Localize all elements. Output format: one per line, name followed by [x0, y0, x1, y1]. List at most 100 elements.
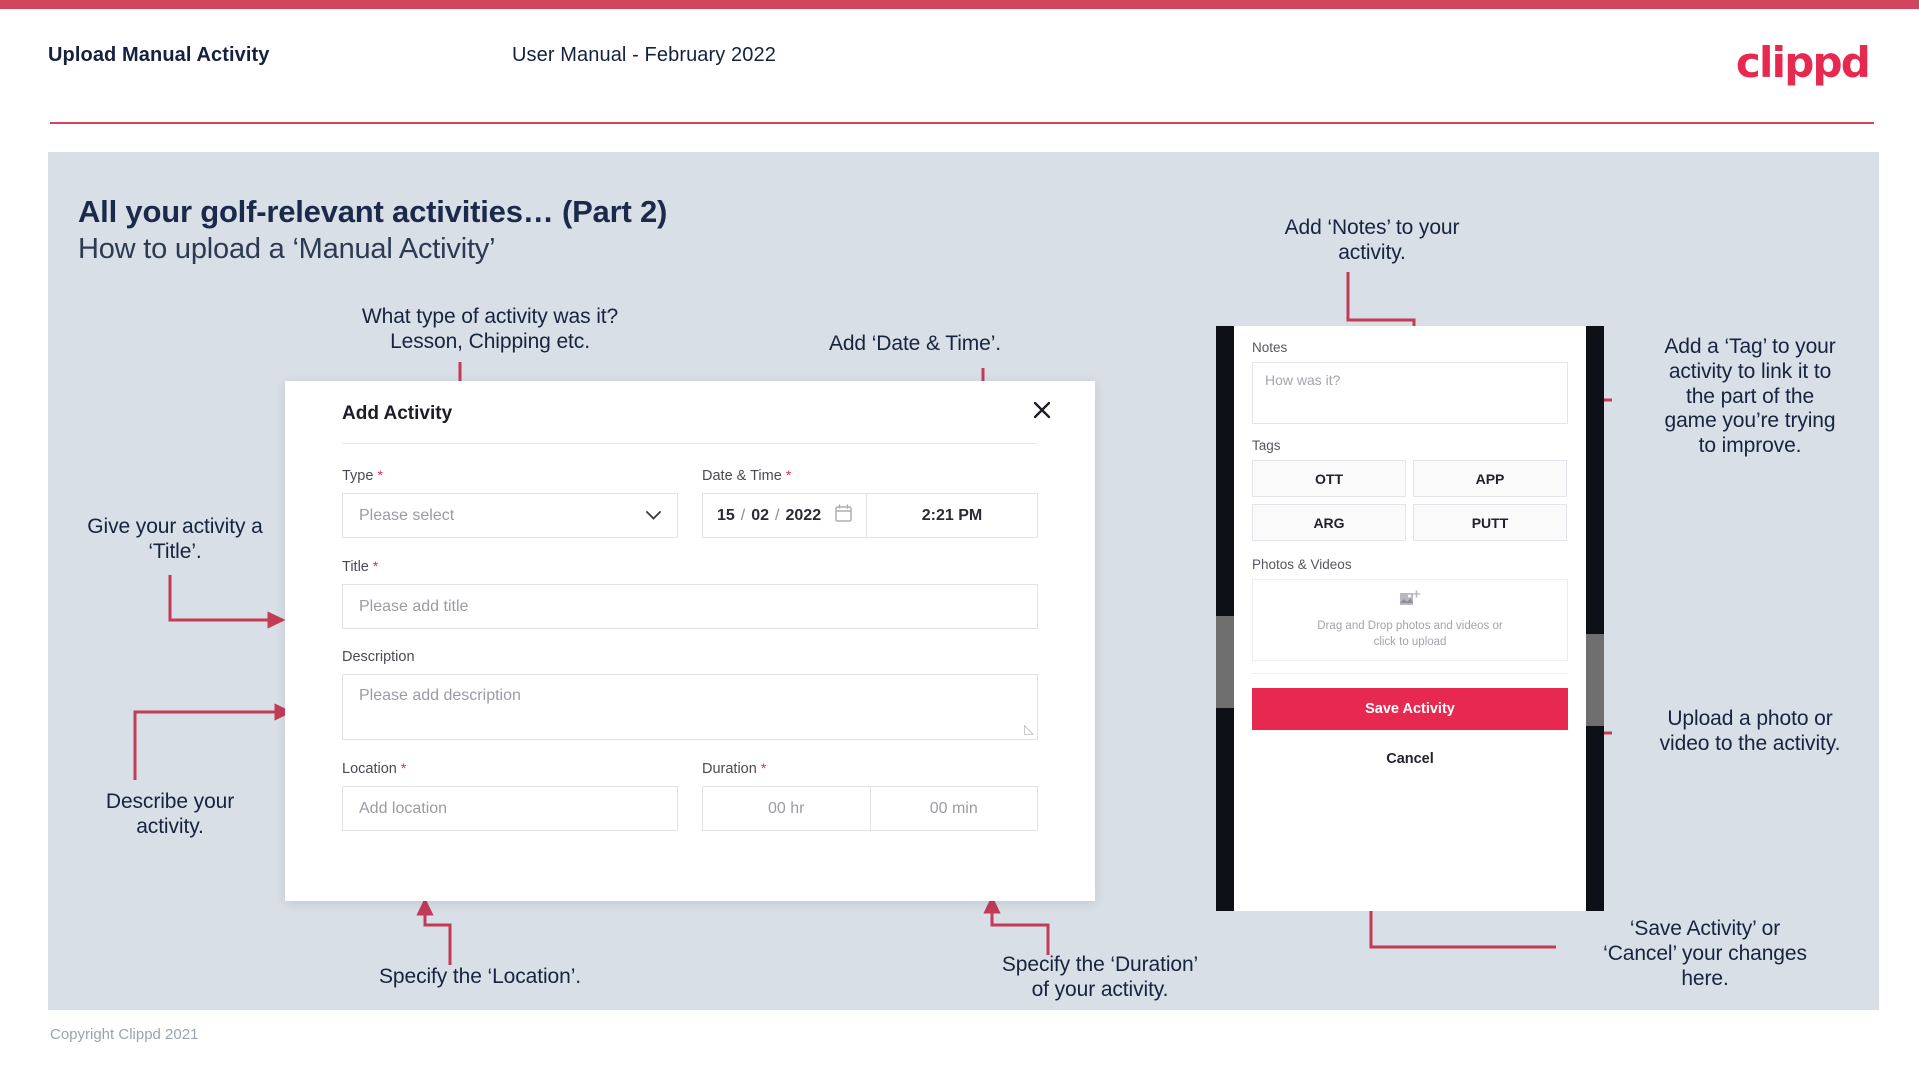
phone-bezel-left [1216, 326, 1234, 911]
description-label: Description [342, 649, 415, 665]
dropzone-line-1: Drag and Drop photos and videos or [1317, 619, 1503, 632]
phone-tags-label: Tags [1252, 438, 1281, 453]
datetime-label: Date & Time * [702, 467, 1038, 484]
duration-label-text: Duration [702, 761, 757, 777]
phone-photos-label: Photos & Videos [1252, 557, 1352, 572]
phone-divider [1252, 673, 1568, 674]
phone-bezel-right [1586, 326, 1604, 911]
date-sep-2: / [775, 506, 780, 524]
datetime-label-text: Date & Time [702, 468, 782, 484]
close-icon[interactable] [1027, 395, 1057, 425]
title-label-text: Title [342, 559, 369, 575]
calendar-icon[interactable] [835, 504, 852, 527]
phone-dropzone-text: Drag and Drop photos and videos or click… [1317, 619, 1502, 650]
clippd-logo: clippd [1735, 38, 1871, 87]
phone-content: Notes How was it? Tags OTT APP ARG PUTT [1234, 326, 1586, 767]
date-year: 2022 [785, 506, 822, 524]
title-input[interactable]: Please add title [342, 584, 1038, 629]
annotation-notes: Add ‘Notes’ to your activity. [1284, 216, 1460, 264]
annotation-title: Give your activity a ‘Title’. [87, 515, 263, 563]
dialog-title: Add Activity [342, 403, 453, 424]
top-accent-bar [0, 0, 1919, 9]
add-activity-dialog: Add Activity Type * Please select Date &… [285, 381, 1095, 901]
duration-hours-input[interactable]: 00 hr [703, 787, 871, 830]
location-placeholder: Add location [359, 799, 448, 817]
phone-dropzone[interactable]: Drag and Drop photos and videos or click… [1252, 579, 1568, 661]
tag-putt[interactable]: PUTT [1413, 504, 1567, 541]
time-input[interactable]: 2:21 PM [867, 494, 1037, 537]
duration-label: Duration * [702, 760, 1038, 777]
description-placeholder: Please add description [359, 687, 521, 704]
location-input[interactable]: Add location [342, 786, 678, 831]
required-marker: * [400, 760, 407, 776]
save-activity-button[interactable]: Save Activity [1252, 688, 1568, 730]
header-divider [50, 122, 1874, 124]
duration-hours-value: 00 hr [768, 799, 805, 817]
header-title: Upload Manual Activity [48, 44, 270, 66]
title-label: Title * [342, 558, 1038, 575]
add-image-icon-glyph [1400, 590, 1421, 605]
duration-minutes-input[interactable]: 00 min [871, 787, 1038, 830]
phone-notes-label: Notes [1252, 340, 1288, 355]
phone-tags-section: Tags OTT APP ARG PUTT [1252, 438, 1568, 541]
time-value: 2:21 PM [921, 506, 983, 524]
duration-control: 00 hr 00 min [702, 786, 1038, 831]
field-duration: Duration * 00 hr 00 min [702, 760, 1038, 831]
phone-notes-section: Notes How was it? [1252, 340, 1568, 424]
page-subtitle: How to upload a ‘Manual Activity’ [78, 233, 496, 265]
field-datetime: Date & Time * 15 / 02 / 2022 2:21 PM [702, 467, 1038, 538]
phone-mockup: Notes How was it? Tags OTT APP ARG PUTT [1216, 326, 1604, 911]
dialog-divider [342, 443, 1038, 444]
cancel-button[interactable]: Cancel [1252, 751, 1568, 767]
field-type: Type * Please select [342, 467, 678, 538]
calendar-icon-glyph [835, 504, 852, 522]
phone-volume-button-left [1216, 616, 1234, 708]
date-month: 02 [751, 506, 770, 524]
dialog-header: Add Activity [285, 381, 1095, 441]
tag-arg[interactable]: ARG [1252, 504, 1406, 541]
slide-page: Upload Manual Activity User Manual - Feb… [0, 0, 1919, 1079]
annotation-description: Describe your activity. [105, 790, 235, 838]
dropzone-line-2: click to upload [1373, 635, 1447, 648]
tag-ott[interactable]: OTT [1252, 460, 1406, 497]
tag-app[interactable]: APP [1413, 460, 1567, 497]
annotation-datetime: Add ‘Date & Time’. [828, 332, 1002, 355]
field-location: Location * Add location [342, 760, 678, 831]
title-input-placeholder: Please add title [359, 597, 469, 615]
chevron-down-icon [646, 508, 661, 523]
required-marker: * [377, 467, 383, 483]
phone-photos-section: Photos & Videos Drag and Drop photos and… [1252, 557, 1568, 661]
annotation-type: What type of activity was it? Lesson, Chi… [361, 305, 619, 353]
duration-minutes-value: 00 min [929, 799, 978, 817]
dialog-body: Type * Please select Date & Time * 15 / … [342, 467, 1038, 831]
type-label-text: Type [342, 468, 374, 484]
required-marker: * [760, 760, 767, 776]
datetime-control: 15 / 02 / 2022 2:21 PM [702, 493, 1038, 538]
phone-power-button-right [1586, 634, 1604, 726]
required-marker: * [372, 558, 379, 574]
date-day: 15 [717, 506, 735, 524]
annotation-duration: Specify the ‘Duration’ of your activity. [1001, 953, 1199, 1001]
description-textarea[interactable]: Please add description ◿ [342, 674, 1038, 740]
chevron-down-icon-glyph [646, 511, 661, 520]
resize-handle-icon[interactable]: ◿ [1024, 721, 1034, 737]
location-label: Location * [342, 760, 678, 777]
field-title: Title * Please add title [342, 558, 1038, 629]
annotation-tags: Add a ‘Tag’ to your activity to link it t… [1664, 335, 1836, 458]
type-select[interactable]: Please select [342, 493, 678, 538]
date-input[interactable]: 15 / 02 / 2022 [703, 494, 867, 537]
date-sep-1: / [740, 506, 746, 524]
phone-screen: Notes How was it? Tags OTT APP ARG PUTT [1234, 326, 1586, 911]
add-image-icon [1399, 590, 1421, 614]
page-title: All your golf-relevant activities… (Part… [78, 194, 668, 229]
required-marker: * [785, 467, 792, 483]
footer-copyright: Copyright Clippd 2021 [50, 1026, 199, 1043]
phone-notes-placeholder: How was it? [1265, 372, 1341, 388]
annotation-save: ‘Save Activity’ or ‘Cancel’ your changes h… [1603, 917, 1807, 990]
phone-notes-input[interactable]: How was it? [1252, 362, 1568, 424]
field-description: Description Please add description ◿ [342, 649, 1038, 740]
location-label-text: Location [342, 761, 397, 777]
row-type-datetime: Type * Please select Date & Time * 15 / … [342, 467, 1038, 538]
annotation-upload: Upload a photo or video to the activity. [1659, 707, 1841, 755]
header-subtitle: User Manual - February 2022 [512, 44, 776, 66]
